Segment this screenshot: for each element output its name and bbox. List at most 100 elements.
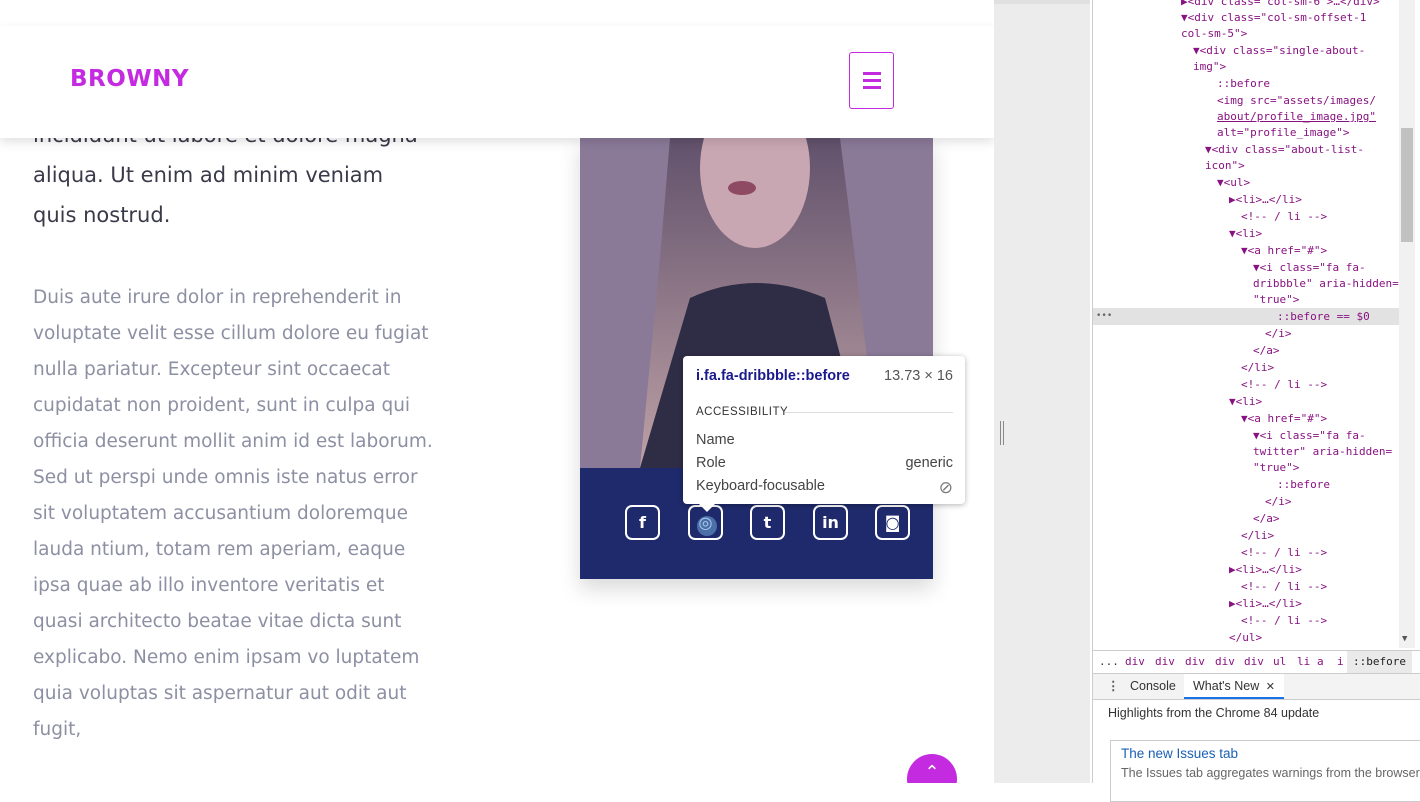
breadcrumb-item[interactable]: ul <box>1273 651 1286 673</box>
breadcrumb: ... div div div div div ul li a i ::befo… <box>1093 650 1420 673</box>
tooltip-divider <box>785 412 953 413</box>
dom-line[interactable]: ::before <box>1277 477 1330 494</box>
facebook-icon[interactable]: f <box>625 505 660 540</box>
dom-line[interactable]: ▶<li>…</li> <box>1229 562 1302 579</box>
dom-line[interactable]: img"> <box>1193 59 1226 76</box>
dom-line[interactable]: ▶<li>…</li> <box>1229 192 1302 209</box>
menu-bar <box>862 72 881 75</box>
drawer-menu-icon[interactable]: ⋮ <box>1107 674 1120 699</box>
dom-line[interactable]: <img src="assets/images/ <box>1217 93 1376 110</box>
close-icon[interactable]: ✕ <box>1266 681 1275 693</box>
tooltip-selector: i.fa.fa-dribbble::before <box>696 368 850 384</box>
tab-whats-new[interactable]: What's New ✕ <box>1184 674 1284 699</box>
dom-line[interactable]: </li> <box>1241 360 1274 377</box>
body-line: ipsa quae ab illo inventore veritatis et <box>33 575 385 596</box>
dom-line[interactable]: "true"> <box>1253 292 1299 309</box>
breadcrumb-item[interactable]: div <box>1244 651 1264 673</box>
dom-tree-scrollbar[interactable]: ▼ <box>1399 0 1415 648</box>
dom-line[interactable]: </i> <box>1265 326 1292 343</box>
body-line: Duis aute irure dolor in reprehenderit i… <box>33 287 402 308</box>
breadcrumb-item[interactable]: i <box>1337 651 1344 673</box>
dom-line[interactable]: icon"> <box>1205 158 1245 175</box>
scrollbar-thumb[interactable] <box>1401 128 1413 242</box>
instagram-icon[interactable]: ◙ <box>875 505 910 540</box>
highlights-heading: Highlights from the Chrome 84 update <box>1108 706 1320 720</box>
scroll-to-top-button[interactable]: ⌃ <box>907 754 957 783</box>
dom-line[interactable]: alt="profile_image"> <box>1217 125 1349 142</box>
dom-line[interactable]: ▼<i class="fa fa- <box>1253 428 1366 445</box>
tooltip-row-name: Name <box>696 432 735 448</box>
chevron-up-icon: ⌃ <box>924 762 940 782</box>
inspect-tooltip: i.fa.fa-dribbble::before 13.73 × 16 ACCE… <box>683 356 965 512</box>
row-ellipsis-icon[interactable]: ••• <box>1096 308 1112 325</box>
dom-line[interactable]: twitter" aria-hidden= <box>1253 444 1392 461</box>
lead-line: quis nostrud. <box>33 203 171 227</box>
tab-console[interactable]: Console <box>1130 674 1176 699</box>
breadcrumb-item[interactable]: div <box>1185 651 1205 673</box>
body-line: lauda ntium, totam rem aperiam, eaque <box>33 539 406 560</box>
breadcrumb-item[interactable]: div <box>1215 651 1235 673</box>
dom-line[interactable]: ▼<li> <box>1229 226 1262 243</box>
whats-new-panel: Highlights from the Chrome 84 update The… <box>1093 700 1420 802</box>
dom-line[interactable]: "true"> <box>1253 460 1299 477</box>
dom-comment[interactable]: <!-- / li --> <box>1241 377 1327 394</box>
breadcrumb-item[interactable]: ... <box>1099 651 1119 673</box>
dom-line[interactable]: ▼<div class="col-sm-offset-1 <box>1181 10 1366 27</box>
dom-line[interactable]: about/profile_image.jpg" <box>1217 109 1376 126</box>
inspect-highlight <box>697 516 717 536</box>
breadcrumb-item[interactable]: a <box>1317 651 1324 673</box>
tooltip-row-role: Role generic <box>696 455 953 471</box>
scroll-down-arrow-icon[interactable]: ▼ <box>1402 634 1407 644</box>
dom-comment[interactable]: <!-- / li --> <box>1241 545 1327 562</box>
dom-line-selected[interactable]: ::before == $0 <box>1277 309 1370 326</box>
feature-card-text: The Issues tab aggregates warnings from … <box>1121 766 1420 780</box>
body-line: fugit, <box>33 719 82 740</box>
dom-line[interactable]: ▼<a href="#"> <box>1241 243 1327 260</box>
dom-line[interactable]: ▶<li>…</li> <box>1229 596 1302 613</box>
body-line: cupidatat non proident, sunt in culpa qu… <box>33 395 411 416</box>
dom-comment[interactable]: <!-- / li --> <box>1241 209 1327 226</box>
about-body-text: Duis aute irure dolor in reprehenderit i… <box>33 280 483 748</box>
body-line: sit voluptatem accusantium doloremque <box>33 503 409 524</box>
not-allowed-icon: ⊘ <box>938 478 953 497</box>
dom-line[interactable]: </a> <box>1253 343 1280 360</box>
body-line: nulla pariatur. Excepteur sint occaecat <box>33 359 390 380</box>
breadcrumb-item-active[interactable]: ::before <box>1347 651 1412 673</box>
brand-logo[interactable]: BROWNY <box>70 66 189 92</box>
dom-line[interactable]: ▼<i class="fa fa- <box>1253 260 1366 277</box>
dom-line[interactable]: </a> <box>1253 511 1280 528</box>
feature-card-title[interactable]: The new Issues tab <box>1121 746 1238 761</box>
dom-line[interactable]: </i> <box>1265 494 1292 511</box>
hamburger-menu-button[interactable] <box>849 52 894 109</box>
dom-comment[interactable]: <!-- / li --> <box>1241 613 1327 630</box>
lead-line: aliqua. Ut enim ad minim veniam <box>33 163 384 187</box>
page-viewport: incididunt ut labore et dolore magna ali… <box>0 0 1090 783</box>
breadcrumb-item[interactable]: li <box>1297 651 1310 673</box>
dom-line[interactable]: ▼<ul> <box>1217 175 1250 192</box>
pane-resize-handle[interactable] <box>1000 421 1004 445</box>
dom-line[interactable]: </ul> <box>1229 630 1262 647</box>
elements-dom-tree: ••• ▶<div class="col-sm-6">…</div> ▼<div… <box>1093 0 1399 648</box>
dom-line[interactable]: ::before <box>1217 76 1270 93</box>
body-line: quia voluptas sit aspernatur aut odit au… <box>33 683 407 704</box>
body-line: Sed ut perspi unde omnis iste natus erro… <box>33 467 418 488</box>
breadcrumb-item[interactable]: div <box>1125 651 1145 673</box>
dom-line[interactable]: ▼<div class="about-list- <box>1205 142 1364 159</box>
linkedin-icon[interactable]: in <box>813 505 848 540</box>
feature-card[interactable]: The new Issues tab The Issues tab aggreg… <box>1110 740 1420 802</box>
dom-line[interactable]: dribbble" aria-hidden= <box>1253 276 1399 293</box>
dom-line[interactable]: ▼<li> <box>1229 394 1262 411</box>
twitter-icon[interactable]: t <box>750 505 785 540</box>
body-line: voluptate velit esse cillum dolore eu fu… <box>33 323 429 344</box>
breadcrumb-item[interactable]: div <box>1155 651 1175 673</box>
drawer-tab-bar: ⋮ Console What's New ✕ <box>1093 673 1420 700</box>
menu-bar <box>862 79 881 82</box>
dom-line[interactable]: </li> <box>1241 528 1274 545</box>
website-page: incididunt ut labore et dolore magna ali… <box>0 0 994 783</box>
tooltip-section-title: ACCESSIBILITY <box>696 406 789 418</box>
dom-line[interactable]: ▼<a href="#"> <box>1241 411 1327 428</box>
devtools-panel: ••• ▶<div class="col-sm-6">…</div> ▼<div… <box>1092 0 1420 802</box>
dom-comment[interactable]: <!-- / li --> <box>1241 579 1327 596</box>
dom-line[interactable]: ▼<div class="single-about- <box>1193 43 1365 60</box>
dom-line[interactable]: col-sm-5"> <box>1181 26 1247 43</box>
